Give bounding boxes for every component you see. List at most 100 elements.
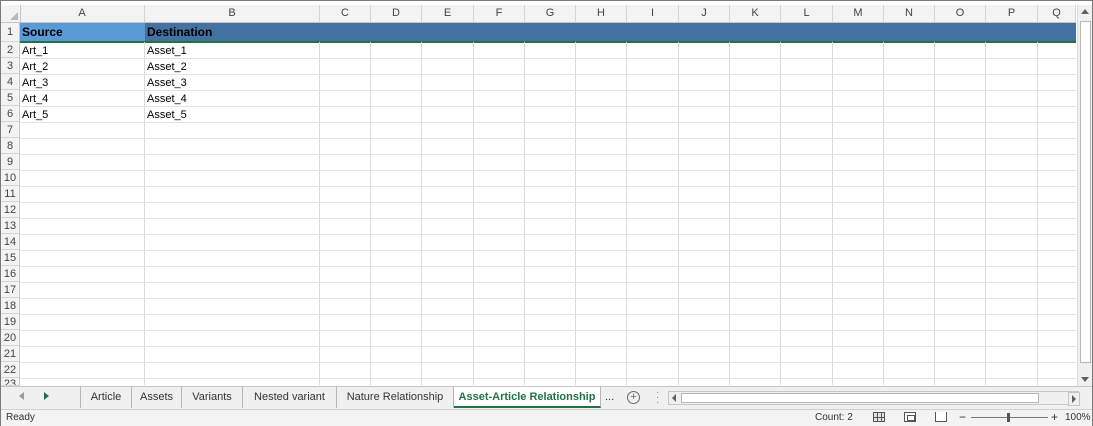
status-bar: Ready Count: 2 − + 100%: [1, 409, 1092, 426]
row-header-3[interactable]: 3: [1, 58, 20, 74]
gridline: [20, 234, 1076, 235]
gridline: [20, 378, 1076, 379]
cell-b3[interactable]: Asset_2: [145, 59, 187, 75]
column-header-p[interactable]: P: [986, 5, 1038, 22]
row-header-6[interactable]: 6: [1, 106, 20, 122]
gridline: [421, 42, 422, 385]
column-header-a[interactable]: A: [20, 5, 145, 22]
column-header-j[interactable]: J: [679, 5, 730, 22]
cell-b5[interactable]: Asset_4: [145, 91, 187, 107]
scroll-right-button[interactable]: [1068, 392, 1080, 406]
scroll-down-icon[interactable]: [1081, 377, 1089, 382]
add-sheet-icon[interactable]: +: [627, 391, 640, 404]
column-header-n[interactable]: N: [884, 5, 935, 22]
cell-b1-destination[interactable]: Destination: [145, 23, 212, 42]
cell-b6[interactable]: Asset_5: [145, 107, 187, 123]
vertical-scroll-thumb[interactable]: [1080, 21, 1091, 363]
row-header-4[interactable]: 4: [1, 74, 20, 90]
row-header-12[interactable]: 12: [1, 202, 20, 218]
select-all-button[interactable]: [1, 5, 21, 22]
tab-asset-article-relationship[interactable]: Asset-Article Relationship: [454, 387, 601, 408]
column-header-b[interactable]: B: [145, 5, 320, 22]
cell-grid[interactable]: Source Destination Art_1 Asset_1 Art_2 A…: [20, 23, 1076, 385]
gridline: [20, 266, 1076, 267]
column-header-f[interactable]: F: [474, 5, 525, 22]
cell-a6[interactable]: Art_5: [20, 107, 48, 123]
row-header-9[interactable]: 9: [1, 154, 20, 170]
scroll-up-icon[interactable]: [1081, 9, 1089, 14]
scroll-right-icon[interactable]: [1072, 395, 1076, 403]
scroll-left-icon[interactable]: [672, 394, 676, 402]
gridline: [20, 138, 1076, 139]
tab-nature-relationship[interactable]: Nature Relationship: [337, 387, 454, 408]
cell-a4[interactable]: Art_3: [20, 75, 48, 91]
cell-b2[interactable]: Asset_1: [145, 43, 187, 59]
horizontal-scrollbar[interactable]: [668, 391, 1079, 405]
gridline: [20, 154, 1076, 155]
row-header-17[interactable]: 17: [1, 282, 20, 298]
column-header-c[interactable]: C: [320, 5, 371, 22]
tab-article[interactable]: Article: [80, 387, 132, 408]
more-sheets-button[interactable]: ...: [605, 387, 614, 408]
column-header-e[interactable]: E: [422, 5, 474, 22]
row-header-20[interactable]: 20: [1, 330, 20, 346]
column-header-q[interactable]: Q: [1038, 5, 1076, 22]
column-header-k[interactable]: K: [730, 5, 781, 22]
row-header-11[interactable]: 11: [1, 186, 20, 202]
row-header-19[interactable]: 19: [1, 314, 20, 330]
column-header-d[interactable]: D: [371, 5, 422, 22]
gridline: [20, 330, 1076, 331]
row-header-18[interactable]: 18: [1, 298, 20, 314]
row-header-7[interactable]: 7: [1, 122, 20, 138]
gridline: [20, 362, 1076, 363]
row-header-23[interactable]: 23: [1, 378, 20, 386]
zoom-out-button[interactable]: −: [959, 410, 966, 424]
gridline: [20, 250, 1076, 251]
cell-a2[interactable]: Art_1: [20, 43, 48, 59]
row-header-10[interactable]: 10: [1, 170, 20, 186]
zoom-in-button[interactable]: +: [1051, 410, 1058, 424]
tab-assets[interactable]: Assets: [132, 387, 182, 408]
column-header-i[interactable]: I: [627, 5, 679, 22]
row-header-1[interactable]: 1: [1, 23, 20, 42]
column-header-g[interactable]: G: [525, 5, 576, 22]
gridline: [678, 42, 679, 385]
cell-a5[interactable]: Art_4: [20, 91, 48, 107]
column-header-m[interactable]: M: [833, 5, 884, 22]
row-header-2[interactable]: 2: [1, 42, 20, 58]
tab-variants[interactable]: Variants: [182, 387, 243, 408]
horizontal-scroll-thumb[interactable]: [681, 393, 1039, 403]
column-header-o[interactable]: O: [935, 5, 986, 22]
gridline: [1037, 42, 1038, 385]
column-header-h[interactable]: H: [576, 5, 627, 22]
row-header-16[interactable]: 16: [1, 266, 20, 282]
gridline: [626, 42, 627, 385]
select-all-icon: [10, 12, 18, 20]
page-break-preview-icon[interactable]: [935, 412, 947, 422]
page-layout-view-icon[interactable]: [904, 412, 916, 422]
row-header-21[interactable]: 21: [1, 346, 20, 362]
normal-view-icon[interactable]: [873, 412, 885, 422]
next-sheet-icon[interactable]: [44, 392, 49, 400]
sheet-tab-bar: Article Assets Variants Nested variant N…: [1, 386, 1092, 409]
tab-nested-variant[interactable]: Nested variant: [243, 387, 337, 408]
row-header-13[interactable]: 13: [1, 218, 20, 234]
previous-sheet-icon[interactable]: [19, 392, 24, 400]
row-header-22[interactable]: 22: [1, 362, 20, 378]
gridline: [934, 42, 935, 385]
cell-a3[interactable]: Art_2: [20, 59, 48, 75]
zoom-slider-thumb[interactable]: [1007, 413, 1010, 422]
split-handle-icon[interactable]: · · ·: [656, 388, 659, 408]
row-header-8[interactable]: 8: [1, 138, 20, 154]
row-header-5[interactable]: 5: [1, 90, 20, 106]
vertical-scrollbar[interactable]: [1077, 5, 1092, 386]
status-ready-label: Ready: [6, 412, 35, 423]
cell-b4[interactable]: Asset_3: [145, 75, 187, 91]
gridline: [575, 42, 576, 385]
row-header-14[interactable]: 14: [1, 234, 20, 250]
gridline: [20, 282, 1076, 283]
row-header-15[interactable]: 15: [1, 250, 20, 266]
column-header-l[interactable]: L: [781, 5, 833, 22]
cell-a1-source[interactable]: Source: [20, 23, 63, 42]
zoom-level[interactable]: 100%: [1065, 412, 1091, 423]
